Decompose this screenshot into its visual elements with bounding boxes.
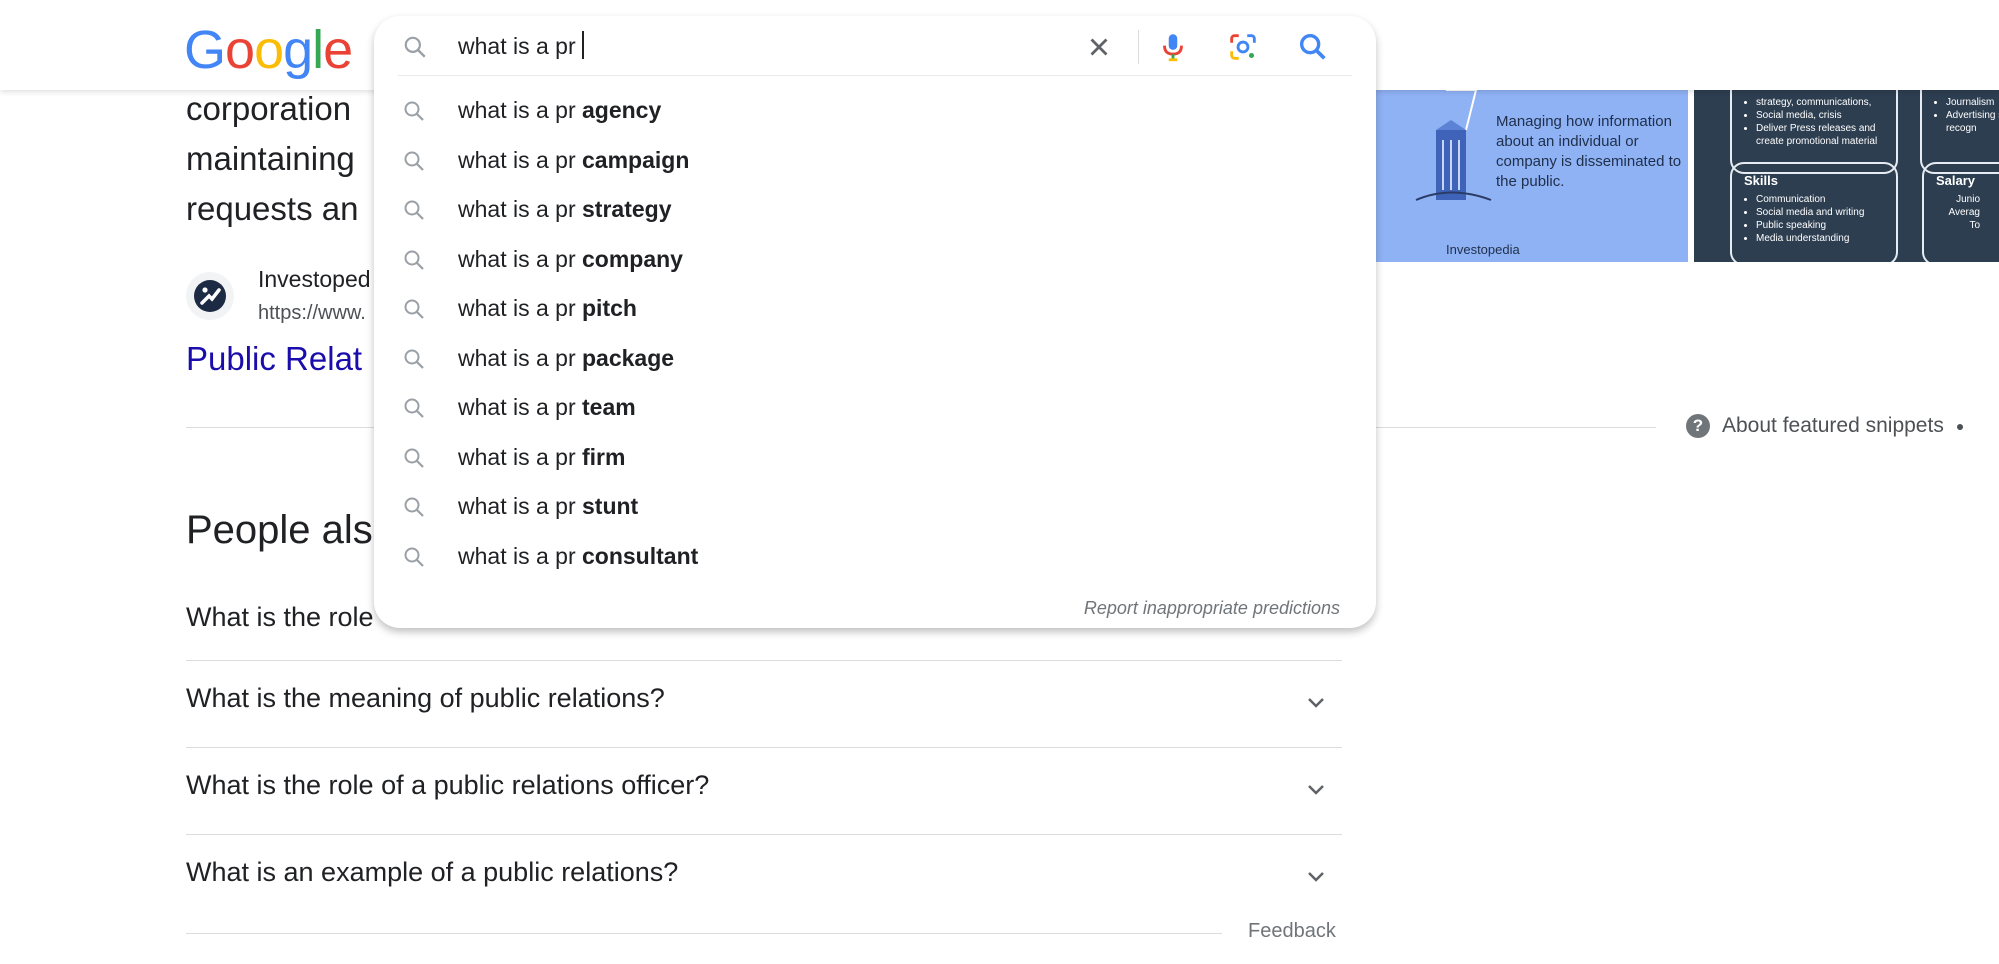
about-featured-snippets[interactable]: ? About featured snippets ● (1686, 414, 1964, 438)
search-submit-icon[interactable] (1296, 30, 1330, 64)
search-icon (404, 250, 424, 270)
search-bar: what is a pr (374, 16, 1376, 76)
search-icon (404, 497, 424, 517)
suggestion-item[interactable]: what is a pr company (374, 235, 1376, 285)
source-name[interactable]: Investoped (258, 266, 371, 293)
source-favicon[interactable] (186, 272, 234, 320)
feedback-link[interactable]: Feedback (1248, 920, 1336, 943)
divider (398, 75, 1352, 76)
image-brand: Investopedia (1446, 242, 1520, 257)
search-icon (404, 398, 424, 418)
featured-image[interactable]: Managing how information about an indivi… (1376, 90, 1688, 262)
dot-separator: ● (1955, 418, 1965, 434)
suggestion-item[interactable]: what is a pr package (374, 334, 1376, 384)
clear-icon[interactable] (1084, 32, 1114, 62)
suggestion-item[interactable]: what is a pr campaign (374, 136, 1376, 186)
divider (1138, 30, 1139, 64)
help-icon: ? (1686, 414, 1710, 438)
search-icon (404, 101, 424, 121)
search-icon (404, 151, 424, 171)
suggestion-item[interactable]: what is a pr firm (374, 433, 1376, 483)
image-caption: Managing how information about an indivi… (1496, 113, 1682, 190)
suggestion-item[interactable]: what is a pr team (374, 383, 1376, 433)
suggestion-item[interactable]: what is a pr pitch (374, 284, 1376, 334)
text-caret (581, 31, 584, 59)
suggestion-item[interactable]: what is a pr consultant (374, 532, 1376, 582)
info-card-skills: Skills Communication Social media and wr… (1730, 162, 1898, 262)
chevron-down-icon (1308, 872, 1324, 882)
report-predictions-link[interactable]: Report inappropriate predictions (1084, 598, 1340, 619)
divider (186, 933, 1222, 934)
search-icon (404, 349, 424, 369)
paa-question[interactable]: What is an example of a public relations… (186, 835, 1342, 921)
autocomplete-list: what is a pr agency what is a pr campaig… (374, 86, 1376, 581)
google-logo[interactable]: Google (184, 20, 353, 80)
search-icon (404, 448, 424, 468)
building-illustration (1415, 90, 1492, 201)
search-icon (404, 299, 424, 319)
paa-question[interactable]: What is the role of a public relations o… (186, 748, 1342, 834)
snippet-text: corporation maintaining requests an (186, 90, 359, 227)
paa-question[interactable]: What is the meaning of public relations? (186, 661, 1342, 747)
lens-icon[interactable] (1226, 30, 1260, 64)
search-input[interactable]: what is a pr (458, 30, 584, 62)
info-card-salary: Salary Junio Averag To (1922, 162, 1999, 262)
chevron-down-icon (1308, 785, 1324, 795)
featured-image-2[interactable]: strategy, communications, Social media, … (1694, 90, 1999, 262)
people-also-ask-title: People also (186, 508, 396, 552)
suggestion-item[interactable]: what is a pr agency (374, 86, 1376, 136)
investopedia-icon (194, 280, 226, 312)
result-link[interactable]: Public Relat (186, 340, 362, 378)
search-box: what is a pr what is a pr agency what is… (374, 16, 1376, 628)
mic-icon[interactable] (1156, 30, 1190, 64)
source-url[interactable]: https://www. (258, 302, 366, 325)
suggestion-item[interactable]: what is a pr strategy (374, 185, 1376, 235)
search-icon (404, 200, 424, 220)
suggestion-item[interactable]: what is a pr stunt (374, 482, 1376, 532)
search-icon (404, 36, 426, 58)
chevron-down-icon (1308, 698, 1324, 708)
search-icon (404, 547, 424, 567)
